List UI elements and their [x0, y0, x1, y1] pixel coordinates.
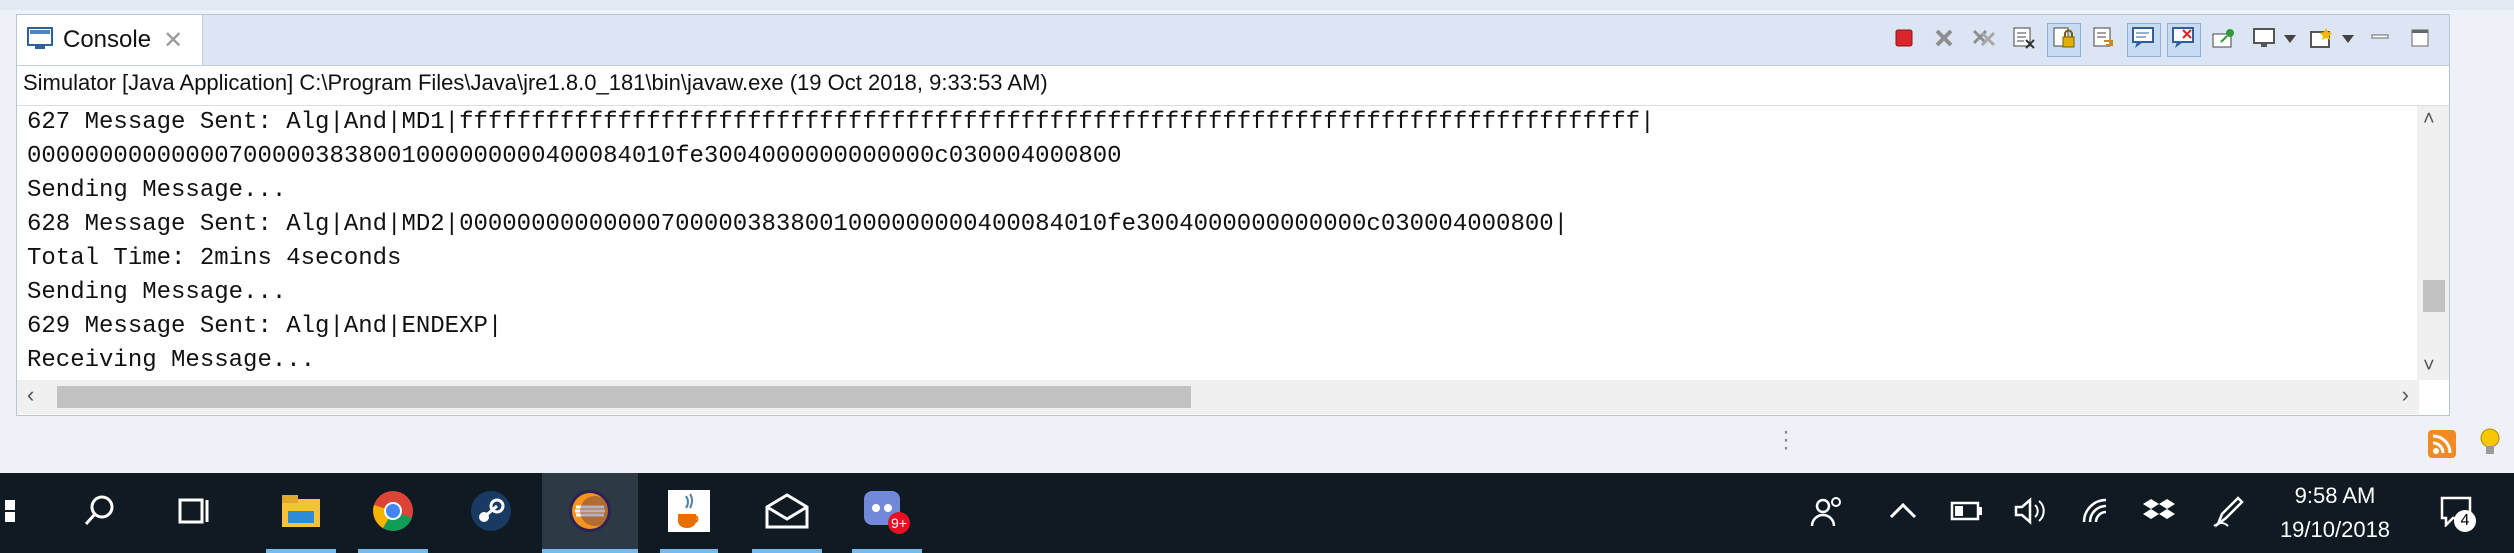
console-line: 0000000000000070000038380010000000004000…: [27, 143, 1122, 170]
eclipse-icon: [567, 488, 613, 539]
maximize-icon: [2409, 27, 2431, 54]
console-line: 627 Message Sent: Alg|And|MD1|ffffffffff…: [27, 109, 1655, 136]
stderr-icon: [2171, 26, 2197, 55]
stop-icon: [1894, 28, 1914, 53]
horizontal-scrollbar[interactable]: ‹ ›: [17, 380, 2419, 414]
monitor-icon: [2252, 26, 2276, 55]
chevron-up-icon[interactable]: ˄: [2423, 108, 2435, 131]
console-line: 629 Message Sent: Alg|And|ENDEXP|: [27, 313, 503, 340]
chevron-down-icon[interactable]: ˅: [2423, 355, 2435, 378]
minimize-view-button[interactable]: [2363, 23, 2397, 57]
console-tab[interactable]: Console ✕: [17, 15, 203, 65]
vertical-scroll-thumb[interactable]: [2423, 280, 2445, 312]
taskbar-eclipse[interactable]: [542, 473, 638, 553]
console-output[interactable]: 627 Message Sent: Alg|And|MD1|ffffffffff…: [27, 106, 2417, 380]
windows-icon: [5, 496, 25, 531]
people-button[interactable]: [1805, 473, 1849, 553]
scroll-lock-icon: [2052, 26, 2076, 55]
console-line: Receiving Message...: [27, 347, 316, 374]
console-line: Sending Message...: [27, 177, 287, 204]
console-line: 628 Message Sent: Alg|And|MD2|0000000000…: [27, 211, 1569, 238]
open-console-button[interactable]: [2305, 23, 2339, 57]
chevron-down-icon: [2341, 31, 2355, 49]
search-icon: [82, 493, 118, 534]
sash-grip-icon[interactable]: · · ·: [1782, 420, 1790, 460]
taskbar-java[interactable]: [660, 473, 718, 553]
word-wrap-icon: [2092, 26, 2116, 55]
vertical-scrollbar[interactable]: ˄ ˅: [2417, 106, 2449, 380]
chrome-icon: [371, 489, 415, 538]
windows-taskbar: 9+: [0, 473, 2514, 553]
taskbar-discord[interactable]: 9+: [852, 473, 922, 553]
dropbox-icon: [2142, 496, 2176, 531]
console-line: Total Time: 2mins 4seconds: [27, 245, 402, 272]
maximize-view-button[interactable]: [2403, 23, 2437, 57]
taskbar-clock[interactable]: 9:58 AM 19/10/2018: [2260, 473, 2410, 553]
show-on-stderr-button[interactable]: [2167, 23, 2201, 57]
remove-launch-button[interactable]: [1927, 23, 1961, 57]
display-selected-console-button[interactable]: [2247, 23, 2281, 57]
horizontal-scroll-thumb[interactable]: [57, 386, 1191, 408]
pin-console-button[interactable]: [2207, 23, 2241, 57]
search-button[interactable]: [70, 473, 130, 553]
display-console-dropdown[interactable]: [2281, 23, 2299, 57]
console-line: Sending Message...: [27, 279, 287, 306]
show-on-stdout-button[interactable]: [2127, 23, 2161, 57]
folder-icon: [280, 493, 322, 534]
show-hidden-icons-button[interactable]: [1880, 473, 1926, 553]
remove-all-terminated-button[interactable]: [1967, 23, 2001, 57]
terminate-button[interactable]: [1887, 23, 1921, 57]
battery-button[interactable]: [1944, 473, 1990, 553]
process-description: Simulator [Java Application] C:\Program …: [23, 70, 1048, 95]
pen-icon: [2212, 494, 2246, 533]
stdout-icon: [2131, 26, 2157, 55]
console-icon: [27, 26, 53, 55]
chevron-down-icon: [2283, 31, 2297, 49]
minimize-icon: [2369, 27, 2391, 54]
battery-icon: [1950, 500, 1984, 527]
notification-count: 4: [2454, 510, 2476, 532]
clock-date: 19/10/2018: [2279, 517, 2391, 542]
scroll-lock-button[interactable]: [2047, 23, 2081, 57]
task-view-button[interactable]: [164, 473, 224, 553]
view-tab-bar: Console ✕: [17, 15, 2449, 66]
wifi-icon: [2080, 496, 2114, 531]
clear-console-icon: [2012, 26, 2036, 55]
steam-icon: [469, 489, 513, 538]
remove-icon: [1933, 27, 1955, 54]
java-icon: [666, 488, 712, 539]
taskbar-file-explorer[interactable]: [266, 473, 336, 553]
pen-workspace-button[interactable]: [2206, 473, 2252, 553]
task-view-icon: [176, 494, 212, 533]
lightbulb-icon[interactable]: [2478, 426, 2502, 465]
volume-icon: [2012, 496, 2046, 531]
discord-icon: 9+: [862, 487, 912, 540]
open-console-dropdown[interactable]: [2339, 23, 2357, 57]
dropbox-button[interactable]: [2136, 473, 2182, 553]
chevron-up-icon: [1889, 501, 1917, 526]
mail-icon: [763, 492, 811, 534]
start-button[interactable]: [0, 473, 30, 553]
close-icon[interactable]: ✕: [163, 26, 183, 55]
taskbar-chrome[interactable]: [358, 473, 428, 553]
rss-icon[interactable]: [2428, 430, 2456, 458]
volume-button[interactable]: [2006, 473, 2052, 553]
console-tab-title: Console: [63, 26, 152, 53]
chevron-right-icon[interactable]: ›: [2402, 382, 2409, 408]
clear-console-button[interactable]: [2007, 23, 2041, 57]
discord-badge: 9+: [891, 515, 907, 531]
taskbar-mail[interactable]: [752, 473, 822, 553]
taskbar-steam[interactable]: [456, 473, 526, 553]
remove-all-icon: [1971, 27, 1997, 54]
console-toolbar: [1881, 23, 2437, 57]
people-icon: [1810, 494, 1844, 533]
open-console-icon: [2309, 26, 2335, 55]
word-wrap-button[interactable]: [2087, 23, 2121, 57]
wifi-button[interactable]: [2074, 473, 2120, 553]
clock-time: 9:58 AM: [2294, 483, 2376, 508]
pin-icon: [2211, 26, 2237, 55]
console-view: Console ✕ Simulator [Java Application] C…: [16, 14, 2450, 416]
chevron-left-icon[interactable]: ‹: [27, 382, 34, 408]
top-strip: [0, 0, 2514, 10]
